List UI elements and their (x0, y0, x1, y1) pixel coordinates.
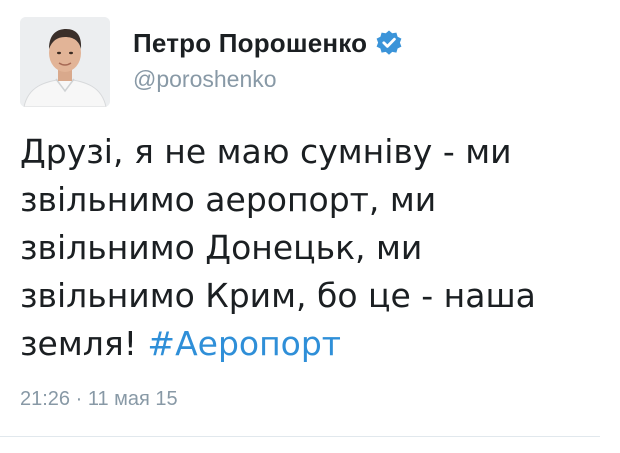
tweet-text-line: звільнимо Крим, бо це - наша (20, 276, 536, 315)
tweet-text-line: звільнимо аеропорт, ми (20, 180, 437, 219)
tweet-text-fragment: земля! (20, 324, 137, 363)
profile-photo (20, 17, 110, 107)
tweet-text-line: звільнимо Донецьк, ми (20, 228, 423, 267)
divider (0, 436, 600, 437)
author-name-row: Петро Порошенко (133, 22, 403, 64)
tweet-text: Друзі, я не маю сумніву - ми звільнимо а… (20, 128, 600, 368)
tweet-timestamp[interactable]: 21:26 · 11 мая 15 (20, 388, 178, 411)
hashtag-link[interactable]: #Аеропорт (147, 324, 341, 363)
tweet-text-line: Друзі, я не маю сумніву - ми (20, 132, 512, 171)
author-handle[interactable]: @poroshenko (133, 66, 277, 93)
avatar[interactable] (20, 17, 110, 107)
author-display-name[interactable]: Петро Порошенко (133, 28, 367, 59)
tweet-card: Петро Порошенко @poroshenko Друзі, я не … (0, 0, 620, 453)
tweet-text-last-line: земля! #Аеропорт (20, 320, 600, 368)
verified-badge-icon (375, 29, 403, 57)
